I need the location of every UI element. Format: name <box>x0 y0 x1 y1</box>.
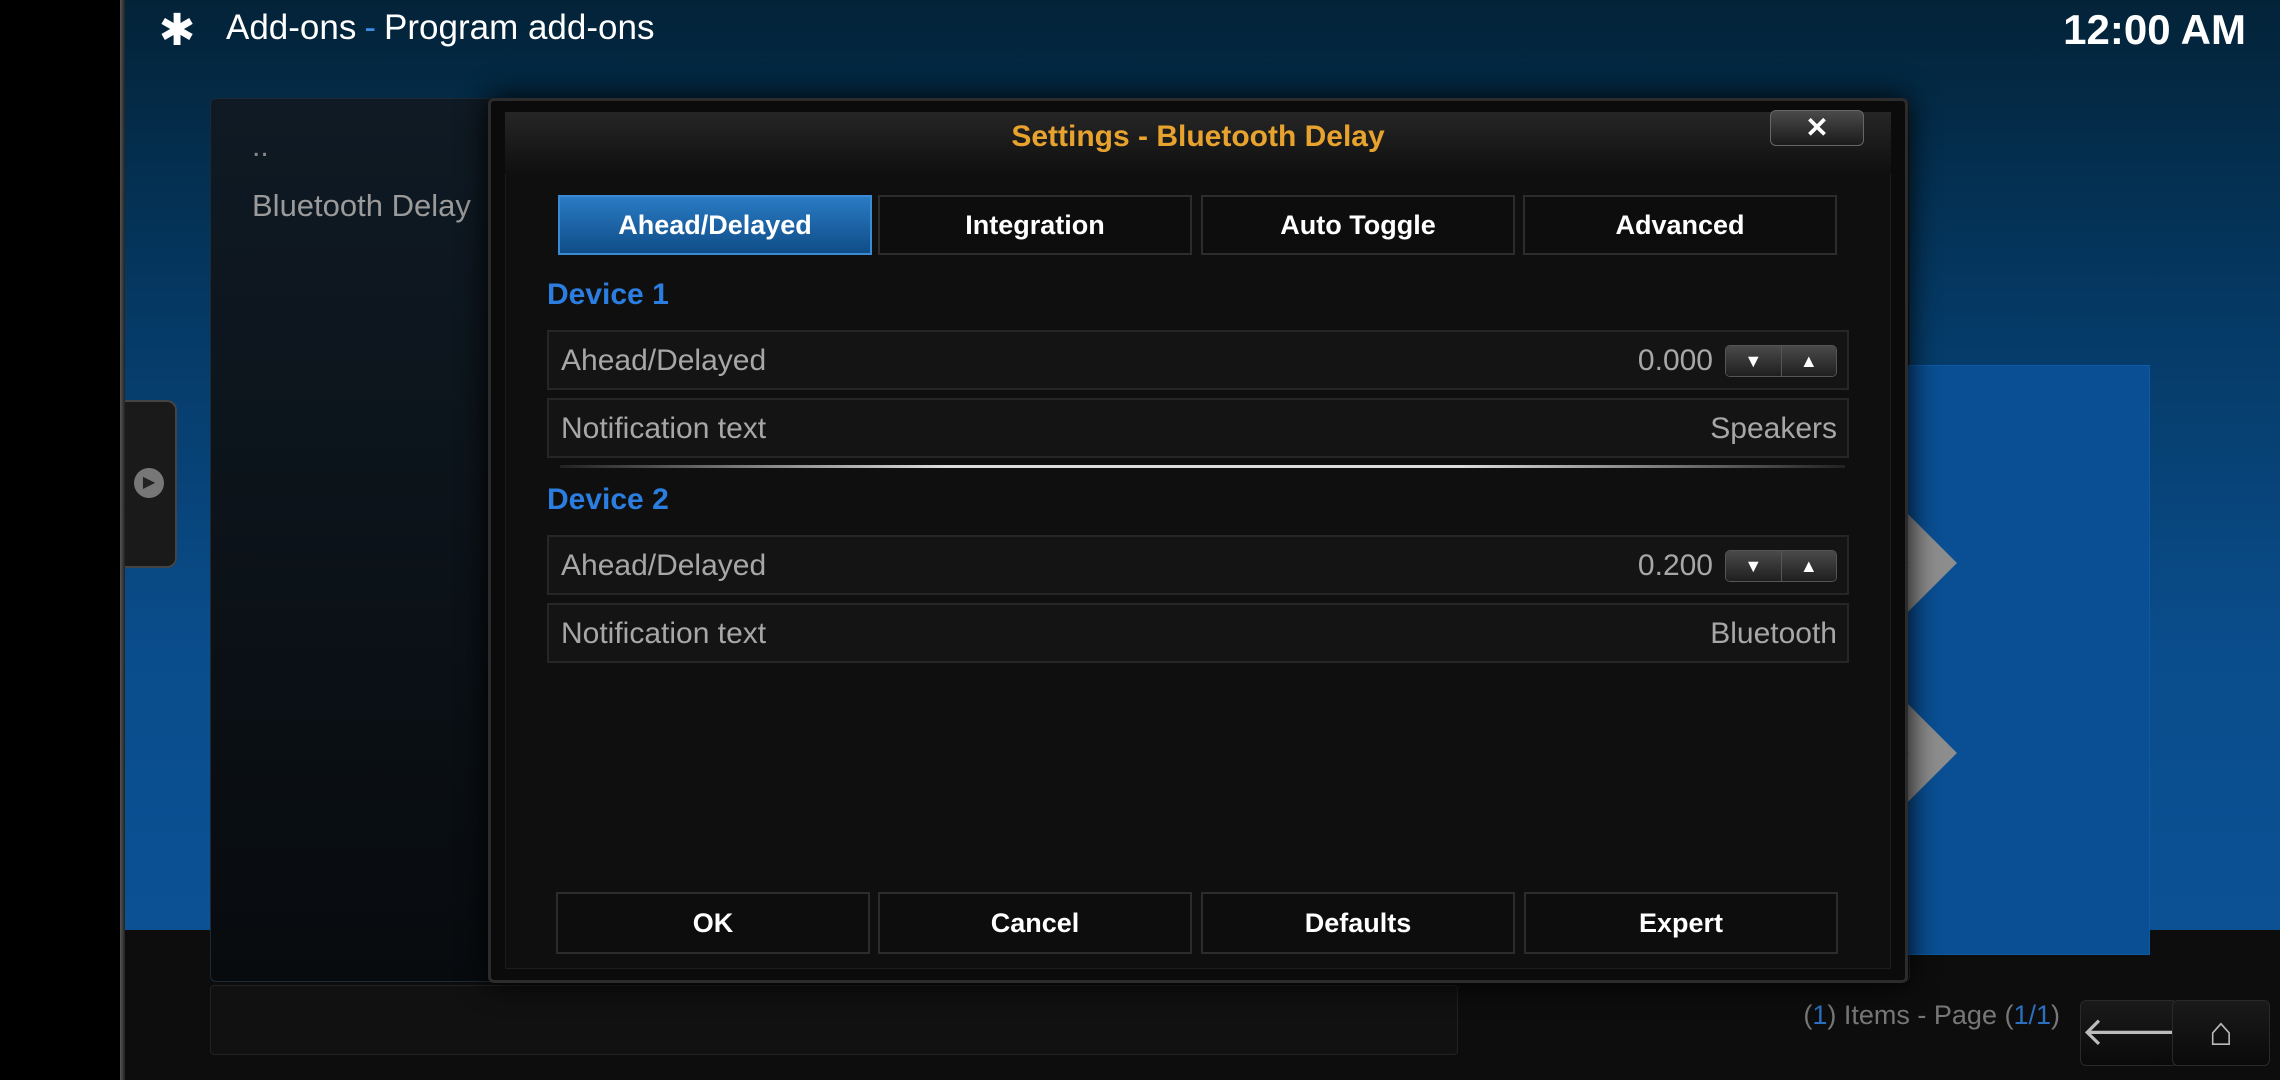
puzzle-piece-icon: ✱ <box>158 6 196 55</box>
item-count-close: ) <box>2051 1000 2060 1030</box>
setting-row-device1-notification[interactable]: Notification text Speakers <box>547 398 1849 458</box>
left-black-strip <box>0 0 120 1080</box>
back-button[interactable]: 🡐 <box>2080 1000 2188 1066</box>
defaults-button[interactable]: Defaults <box>1201 892 1515 954</box>
side-menu-arrow-icon[interactable]: ▶ <box>134 468 164 498</box>
triangle-up-icon: ▲ <box>1799 556 1818 576</box>
tab-auto-toggle[interactable]: Auto Toggle <box>1201 195 1515 255</box>
page-title: Add-ons - Program add-ons <box>226 8 654 48</box>
setting-value: 0.200 <box>1637 549 1713 582</box>
delay-stepper: ▼ ▲ <box>1725 345 1837 377</box>
setting-label: Ahead/Delayed <box>561 344 767 377</box>
setting-value: Speakers <box>1710 412 1837 445</box>
dialog-title: Settings - Bluetooth Delay <box>1011 120 1385 153</box>
increment-button[interactable]: ▲ <box>1780 551 1836 581</box>
decrement-button[interactable]: ▼ <box>1726 346 1781 376</box>
delay-stepper: ▼ ▲ <box>1725 550 1837 582</box>
tab-ahead-delayed[interactable]: Ahead/Delayed <box>558 195 872 255</box>
tab-advanced[interactable]: Advanced <box>1523 195 1837 255</box>
setting-label: Notification text <box>561 617 767 650</box>
ok-button[interactable]: OK <box>556 892 870 954</box>
list-item-parent[interactable]: .. <box>252 130 269 164</box>
home-button[interactable]: ⌂ <box>2172 1000 2270 1066</box>
decrement-button[interactable]: ▼ <box>1726 551 1781 581</box>
clock: 12:00 AM <box>2063 6 2246 53</box>
list-item[interactable]: Bluetooth Delay <box>252 188 471 224</box>
item-count-number: 1 <box>1812 1000 1828 1030</box>
home-icon: ⌂ <box>2208 1010 2234 1054</box>
tab-integration[interactable]: Integration <box>878 195 1192 255</box>
focus-separator <box>560 465 1845 468</box>
triangle-up-icon: ▲ <box>1799 351 1818 371</box>
triangle-down-icon: ▼ <box>1744 556 1763 576</box>
footer-bar <box>210 985 1458 1055</box>
setting-value: 0.000 <box>1637 344 1713 377</box>
header-subtitle: Program add-ons <box>384 8 655 47</box>
close-button[interactable]: ✕ <box>1770 110 1864 146</box>
section-title-device-1: Device 1 <box>547 278 669 311</box>
right-info-panel <box>1905 365 2150 955</box>
setting-row-device2-notification[interactable]: Notification text Bluetooth <box>547 603 1849 663</box>
item-count: (1) Items - Page (1/1) <box>1803 1000 2060 1031</box>
close-icon: ✕ <box>1805 112 1829 143</box>
page-number: 1/1 <box>2013 1000 2051 1030</box>
triangle-down-icon: ▼ <box>1744 351 1763 371</box>
expert-button[interactable]: Expert <box>1524 892 1838 954</box>
header-separator: - <box>364 8 377 47</box>
section-title-device-2: Device 2 <box>547 483 669 516</box>
setting-label: Notification text <box>561 412 767 445</box>
setting-value: Bluetooth <box>1710 617 1837 650</box>
setting-label: Ahead/Delayed <box>561 549 767 582</box>
header-section: Add-ons <box>226 8 357 47</box>
setting-row-device2-delay[interactable]: Ahead/Delayed 0.200 ▼ ▲ <box>547 535 1849 595</box>
increment-button[interactable]: ▲ <box>1780 346 1836 376</box>
item-count-mid: ) Items - Page ( <box>1827 1000 2014 1030</box>
cancel-button[interactable]: Cancel <box>878 892 1192 954</box>
setting-row-device1-delay[interactable]: Ahead/Delayed 0.000 ▼ ▲ <box>547 330 1849 390</box>
